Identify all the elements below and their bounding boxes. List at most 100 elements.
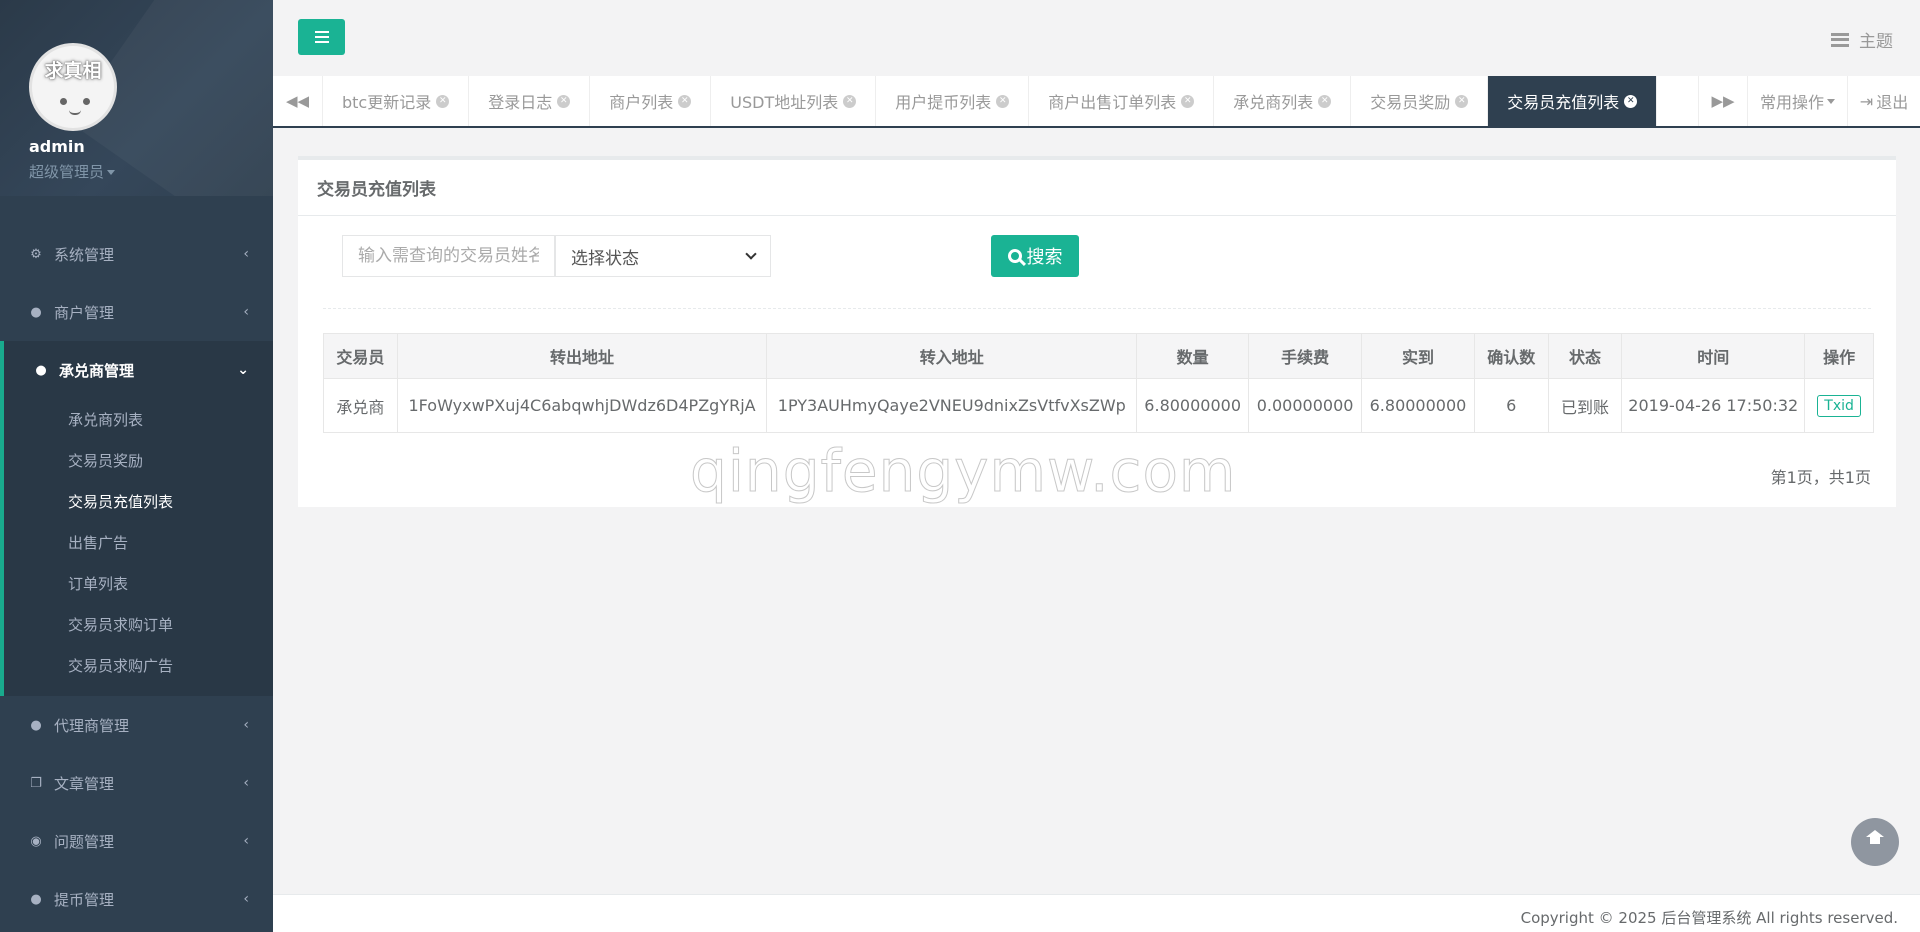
column-header: 手续费 (1248, 333, 1363, 379)
tab-acceptor-list[interactable]: 承兑商列表 ✕ (1214, 76, 1352, 126)
footer: Copyright © 2025 后台管理系统 All rights reser… (273, 894, 1920, 932)
copy-icon: ❐ (30, 775, 42, 791)
table-row: 承兑商 1FoWyxwPXuj4C6abqwhjDWdz6D4PZgYRjA 1… (323, 378, 1874, 433)
sidebar-item-question[interactable]: ◉ 问题管理 ‹ (0, 812, 273, 870)
profile-name: admin (29, 137, 85, 156)
close-icon[interactable]: ✕ (1624, 94, 1638, 108)
sign-out-icon: ⇥ (1859, 91, 1874, 111)
chevron-left-icon: ‹ (243, 304, 249, 320)
submenu-item-sell-ads[interactable]: 出售广告 (4, 522, 273, 563)
tab-trader-recharge[interactable]: 交易员充值列表 ✕ (1488, 76, 1658, 126)
tab-scroll-forward-button[interactable]: ▶▶ (1698, 76, 1748, 126)
forward-icon: ▶▶ (1711, 92, 1735, 110)
column-header: 时间 (1621, 333, 1806, 379)
sidebar-item-label: 代理商管理 (54, 716, 130, 735)
sidebar-item-merchant[interactable]: ● 商户管理 ‹ (0, 283, 273, 341)
topbar: 主题 (273, 0, 1920, 76)
column-header: 交易员 (323, 333, 398, 379)
submenu-item-orders[interactable]: 订单列表 (4, 563, 273, 604)
menu-toggle-button[interactable] (298, 19, 345, 55)
tab-user-withdraw[interactable]: 用户提币列表 ✕ (876, 76, 1030, 126)
sidebar-item-agent[interactable]: ● 代理商管理 ‹ (0, 696, 273, 754)
sidebar-nav: ⚙ 系统管理 ‹ ● 商户管理 ‹ ● 承兑商管理 ⌄ 承兑商列表 交易员奖励 … (0, 225, 273, 928)
watermark: qingfengymw.com (689, 437, 1237, 506)
search-button[interactable]: 搜索 (991, 235, 1079, 277)
tab-label: 商户出售订单列表 (1048, 93, 1177, 112)
cell-time: 2019-04-26 17:50:32 (1621, 378, 1806, 433)
gear-icon: ⚙ (30, 246, 42, 262)
tab-trader-reward[interactable]: 交易员奖励 ✕ (1351, 76, 1489, 126)
tab-list: btc更新记录 ✕ 登录日志 ✕ 商户列表 ✕ USDT地址列表 ✕ 用户提币列表 ✕ 商… (323, 76, 1658, 126)
user-icon: ● (30, 304, 42, 320)
chevron-left-icon: ‹ (243, 891, 249, 907)
exit-button[interactable]: ⇥ 退出 (1848, 76, 1920, 126)
comment-icon: ◉ (30, 833, 42, 849)
table-header-row: 交易员 转出地址 转入地址 数量 手续费 实到 确认数 状态 时间 操作 (323, 333, 1874, 379)
sidebar-item-acceptor[interactable]: ● 承兑商管理 ⌄ (4, 341, 273, 399)
common-ops-dropdown[interactable]: 常用操作 (1748, 76, 1848, 126)
column-header: 转出地址 (396, 333, 768, 379)
backward-icon: ◀◀ (285, 92, 310, 110)
sidebar-item-article[interactable]: ❐ 文章管理 ‹ (0, 754, 273, 812)
close-icon[interactable]: ✕ (1181, 94, 1195, 108)
txid-button[interactable]: Txid (1817, 394, 1861, 417)
user-icon: ● (30, 717, 42, 733)
column-header: 操作 (1804, 333, 1874, 379)
submenu-item-trader-recharge[interactable]: 交易员充值列表 (4, 481, 273, 522)
sidebar-item-label: 承兑商管理 (59, 361, 135, 380)
cell-from-address: 1FoWyxwPXuj4C6abqwhjDWdz6D4PZgYRjA (396, 378, 768, 433)
tab-scroll-back-button[interactable]: ◀◀ (273, 76, 323, 126)
close-icon[interactable]: ✕ (1455, 94, 1469, 108)
sidebar-item-system[interactable]: ⚙ 系统管理 ‹ (0, 225, 273, 283)
home-button[interactable] (1851, 818, 1899, 866)
column-header: 实到 (1361, 333, 1475, 379)
tab-merchant-list[interactable]: 商户列表 ✕ (590, 76, 712, 126)
cell-actions: Txid (1804, 378, 1874, 433)
tab-merchant-sell-orders[interactable]: 商户出售订单列表 ✕ (1029, 76, 1215, 126)
theme-button[interactable]: 主题 (1831, 27, 1893, 52)
copyright-text: Copyright © 2025 后台管理系统 All rights reser… (1520, 909, 1898, 927)
sidebar-item-label: 系统管理 (54, 245, 115, 264)
sidebar-item-label: 问题管理 (54, 832, 115, 851)
avatar[interactable]: 求真相 (29, 43, 117, 131)
submenu-item-trader-reward[interactable]: 交易员奖励 (4, 440, 273, 481)
tab-btc-update[interactable]: btc更新记录 ✕ (323, 76, 470, 126)
sidebar-item-label: 提币管理 (54, 890, 115, 909)
profile-role-dropdown[interactable]: 超级管理员 (29, 161, 116, 182)
close-icon[interactable]: ✕ (1318, 94, 1332, 108)
close-icon[interactable]: ✕ (436, 94, 450, 108)
tab-label: 承兑商列表 (1233, 93, 1314, 112)
close-icon[interactable]: ✕ (996, 94, 1010, 108)
cell-received: 6.80000000 (1361, 378, 1475, 433)
user-icon: ● (35, 362, 47, 378)
cell-to-address: 1PY3AUHmyQaye2VNEU9dnixZsVtfvXsZWp (766, 378, 1138, 433)
submenu-item-buy-orders[interactable]: 交易员求购订单 (4, 604, 273, 645)
tab-label: 交易员奖励 (1370, 93, 1451, 112)
cell-confirmations: 6 (1473, 378, 1549, 433)
column-header: 数量 (1136, 333, 1250, 379)
submenu-item-buy-ads[interactable]: 交易员求购广告 (4, 645, 273, 686)
pagination-info: 第1页，共1页 (1770, 468, 1871, 487)
trader-name-search-input[interactable] (342, 235, 555, 277)
search-button-label: 搜索 (1026, 247, 1063, 268)
status-select[interactable]: 选择状态 (555, 235, 771, 277)
cell-fee: 0.00000000 (1248, 378, 1363, 433)
submenu-item-acceptor-list[interactable]: 承兑商列表 (4, 399, 273, 440)
close-icon[interactable]: ✕ (843, 94, 857, 108)
chevron-left-icon: ‹ (243, 775, 249, 791)
tab-login-log[interactable]: 登录日志 ✕ (469, 76, 591, 126)
tab-label: USDT地址列表 (730, 93, 839, 112)
sidebar: 求真相 admin 超级管理员 ⚙ 系统管理 ‹ ● 商户管理 ‹ ● 承兑商管… (0, 0, 273, 932)
close-icon[interactable]: ✕ (678, 94, 692, 108)
tab-label: 交易员充值列表 (1507, 93, 1620, 112)
tab-label: 用户提币列表 (895, 93, 992, 112)
sidebar-item-withdraw[interactable]: ● 提币管理 ‹ (0, 870, 273, 928)
tab-label: 登录日志 (488, 93, 553, 112)
chevron-down-icon (745, 247, 757, 260)
close-icon[interactable]: ✕ (557, 94, 571, 108)
tab-label: btc更新记录 (342, 93, 432, 112)
tab-usdt-address[interactable]: USDT地址列表 ✕ (711, 76, 877, 126)
tab-label: 商户列表 (609, 93, 674, 112)
status-select-value: 选择状态 (571, 248, 639, 269)
caret-down-icon (1827, 98, 1835, 104)
